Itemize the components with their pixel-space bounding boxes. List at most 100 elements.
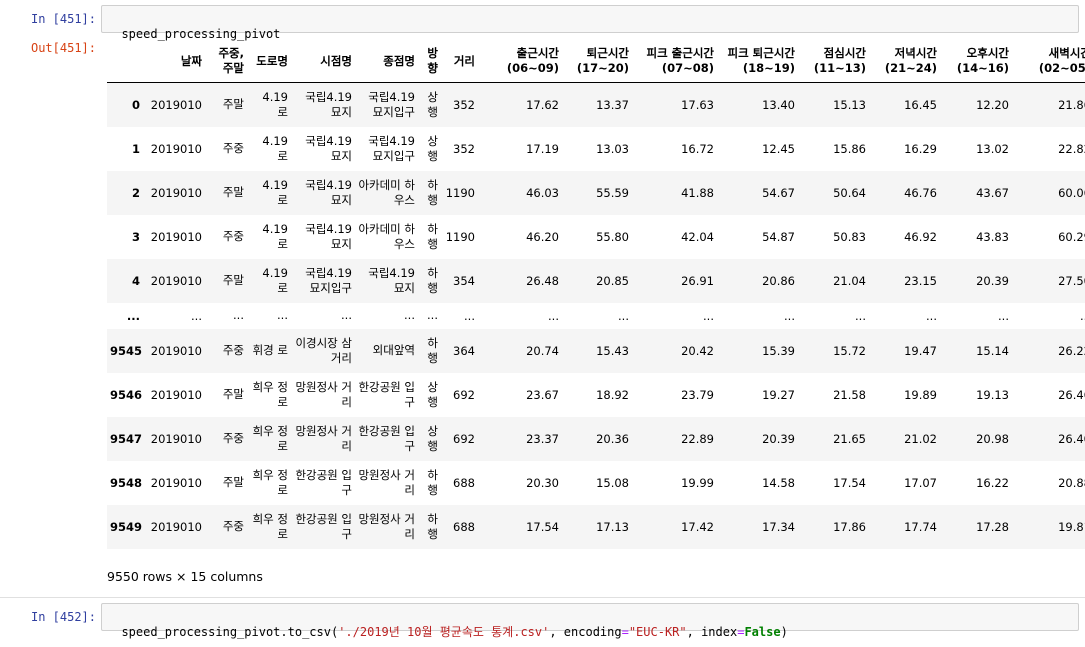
code-false-keyword: False — [744, 625, 781, 639]
table-cell: 2019010 — [150, 343, 202, 358]
table-cell: 2019010 — [150, 229, 202, 244]
code-input-cell-451[interactable]: speed_processing_pivot — [101, 5, 1079, 41]
row-index: 9547 — [110, 431, 143, 446]
table-cell: 주말 — [222, 185, 244, 199]
table-cell: 상 행 — [427, 423, 438, 453]
ellipsis-row: ........................................… — [107, 303, 1085, 329]
table-cell: 21.58 — [833, 387, 866, 402]
table-cell: 26.46 — [1058, 387, 1085, 402]
column-header: 피크 퇴근시간 (18~19) — [717, 40, 798, 83]
table-cell: 망원정사 거리 — [358, 511, 415, 541]
table-cell: 2019010 — [150, 431, 202, 446]
table-cell: 하 행 — [427, 265, 438, 295]
cell-divider — [0, 597, 1085, 598]
table-cell: 외대앞역 — [372, 343, 415, 357]
table-cell: 13.40 — [762, 97, 795, 112]
table-cell: ... — [784, 308, 795, 323]
dataframe-output: 날짜 주중, 주말 도로명 시점명 종점명 방향 거리 출근시간 (06~09) 퇴근시간 (1… — [107, 40, 1085, 549]
table-cell: 22.89 — [681, 431, 714, 446]
row-index: 3 — [131, 229, 140, 244]
row-index: ... — [126, 308, 140, 323]
table-cell: 희우 정로 — [252, 511, 288, 541]
table-cell: 2019010 — [150, 273, 202, 288]
column-header: 오후시간 (14~16) — [940, 40, 1012, 83]
table-cell: 46.92 — [904, 229, 937, 244]
table-cell: 주중 — [222, 343, 244, 357]
table-cell: 4.19 로 — [262, 133, 288, 163]
table-cell: 20.85 — [596, 273, 629, 288]
table-cell: 19.81 — [1058, 519, 1085, 534]
table-cell: 국립4.19 묘지 — [305, 89, 352, 119]
column-header: 시점명 — [291, 40, 355, 83]
table-cell: 한강공원 입구 — [358, 423, 415, 453]
table-cell: 2019010 — [150, 185, 202, 200]
column-header: 출근시간 (06~09) — [478, 40, 562, 83]
table-cell: 1190 — [445, 185, 475, 200]
code-arg-index: , index — [686, 625, 738, 639]
table-cell: 14.58 — [762, 475, 795, 490]
table-cell: 60.29 — [1058, 229, 1085, 244]
table-cell: 17.34 — [762, 519, 795, 534]
table-cell: 21.02 — [904, 431, 937, 446]
table-cell: ... — [998, 308, 1009, 323]
table-cell: 13.37 — [596, 97, 629, 112]
table-cell: 희우 정로 — [252, 467, 288, 497]
column-header: 점심시간 (11~13) — [798, 40, 869, 83]
table-cell: 20.39 — [976, 273, 1009, 288]
table-cell: 55.80 — [596, 229, 629, 244]
table-cell: 20.39 — [762, 431, 795, 446]
table-cell: 21.65 — [833, 431, 866, 446]
table-cell: 아카데미 하우스 — [358, 177, 415, 207]
row-index: 9549 — [110, 519, 143, 534]
table-cell: ... — [341, 308, 352, 322]
table-cell: 43.67 — [976, 185, 1009, 200]
table-cell: 364 — [453, 343, 475, 358]
code-operator: = — [621, 625, 629, 639]
table-cell: 26.22 — [1058, 343, 1085, 358]
table-cell: 42.04 — [681, 229, 714, 244]
table-cell: 한강공원 입구 — [358, 379, 415, 409]
table-cell: 주말 — [222, 387, 244, 401]
table-cell: 352 — [453, 141, 475, 156]
table-cell: 4.19 로 — [262, 177, 288, 207]
table-cell: 688 — [453, 475, 475, 490]
table-cell: 12.20 — [976, 97, 1009, 112]
table-cell: 17.54 — [833, 475, 866, 490]
table-cell: 4.19 로 — [262, 221, 288, 251]
table-cell: 16.45 — [904, 97, 937, 112]
table-cell: 4.19 로 — [262, 89, 288, 119]
table-cell: 한강공원 입구 — [295, 511, 352, 541]
code-arg-encoding: , encoding — [549, 625, 622, 639]
column-header: 새벽시간 (02~05) — [1012, 40, 1085, 83]
table-cell: 상 행 — [427, 379, 438, 409]
table-cell: 20.42 — [681, 343, 714, 358]
table-cell: 692 — [453, 387, 475, 402]
table-row: 2 2019010 주말 4.19 로 국립4.19 묘지 아카데미 하우스 하 행 1190… — [107, 170, 1085, 215]
table-cell: 50.64 — [833, 185, 866, 200]
table-cell: 주중 — [222, 229, 244, 243]
table-cell: 354 — [453, 273, 475, 288]
table-cell: 23.15 — [904, 273, 937, 288]
table-cell: 15.72 — [833, 343, 866, 358]
index-header — [107, 40, 143, 83]
table-cell: 26.91 — [681, 273, 714, 288]
table-cell: 692 — [453, 431, 475, 446]
table-cell: 46.20 — [526, 229, 559, 244]
table-cell: 주말 — [222, 97, 244, 112]
code-input-cell-452[interactable]: speed_processing_pivot.to_csv('./2019년 1… — [101, 603, 1079, 639]
table-cell: ... — [1080, 308, 1085, 323]
table-cell: 17.62 — [526, 97, 559, 112]
table-row: 9548 2019010 주말 희우 정로 한강공원 입구 망원정사 거리 하 행 688 20… — [107, 461, 1085, 505]
table-cell: ... — [703, 308, 714, 323]
table-cell: 26.40 — [1058, 431, 1085, 446]
table-cell: 46.76 — [904, 185, 937, 200]
row-index: 1 — [131, 141, 140, 156]
table-cell: 12.45 — [762, 141, 795, 156]
table-cell: ... — [191, 308, 202, 323]
table-cell: 17.42 — [681, 519, 714, 534]
code-text: speed_processing_pivot — [121, 27, 281, 41]
table-cell: 19.89 — [904, 387, 937, 402]
table-cell: 41.88 — [681, 185, 714, 200]
table-cell: 17.74 — [904, 519, 937, 534]
table-cell: 18.92 — [596, 387, 629, 402]
